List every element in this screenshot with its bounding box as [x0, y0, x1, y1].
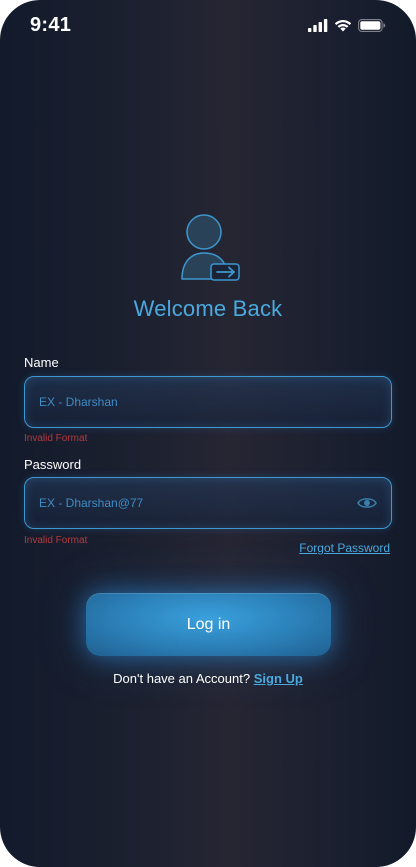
page-title: Welcome Back	[133, 296, 283, 321]
name-error-text: Invalid Format	[24, 433, 88, 444]
cellular-signal-icon	[308, 18, 328, 32]
wifi-icon	[334, 19, 352, 31]
signup-prompt-row: Don't have an Account? Sign Up	[0, 671, 416, 686]
login-button[interactable]: Log in	[86, 593, 331, 656]
password-input[interactable]	[39, 478, 339, 528]
name-field-container	[24, 376, 392, 428]
signup-link[interactable]: Sign Up	[254, 671, 303, 686]
eye-icon[interactable]	[357, 495, 377, 511]
battery-icon	[358, 18, 386, 32]
login-screen: 9:41 Welcome Back Name EX - Dharshan Inv…	[0, 0, 416, 867]
signup-prompt-text: Don't have an Account?	[113, 671, 251, 686]
forgot-password-link[interactable]: Forgot Password	[299, 541, 390, 555]
password-field-container	[24, 477, 392, 529]
user-login-icon	[178, 212, 242, 284]
status-icons	[308, 17, 386, 33]
name-input[interactable]	[39, 377, 339, 427]
status-time: 9:41	[30, 14, 72, 36]
password-error-text: Invalid Format	[24, 535, 88, 546]
status-bar: 9:41	[0, 0, 416, 50]
name-label: Name	[24, 355, 59, 370]
password-label: Password	[24, 457, 82, 472]
